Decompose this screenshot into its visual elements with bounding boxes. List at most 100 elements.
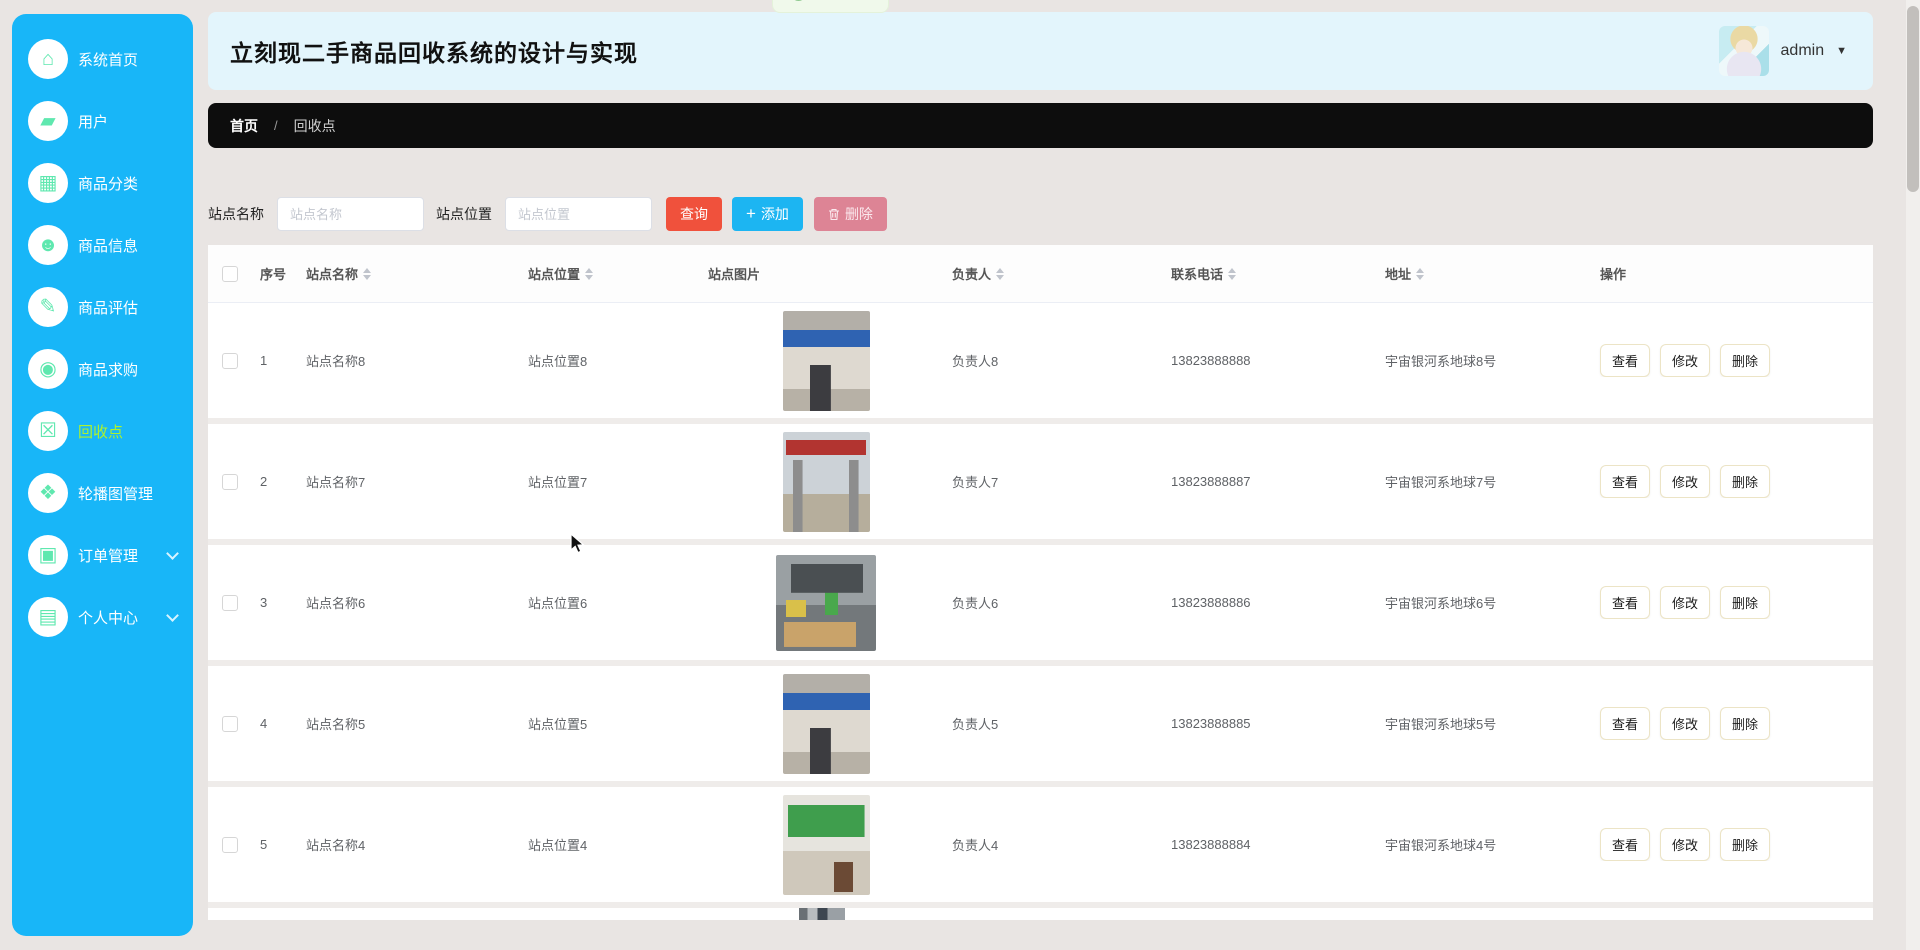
scrollbar-track[interactable] [1906,0,1920,950]
cell-station-name: 站点名称7 [306,475,366,490]
scrollbar-thumb[interactable] [1907,6,1919,192]
delete-row-button[interactable]: 删除 [1720,828,1771,861]
row-checkbox[interactable] [222,715,238,732]
sort-icon[interactable] [1228,267,1237,280]
view-button[interactable]: 查看 [1600,707,1651,740]
sidebar-item-1[interactable]: ▰ 用户 [12,90,193,152]
user-dropdown[interactable]: admin ▼ [1718,26,1847,76]
sidebar-item-label: 订单管理 [78,547,139,565]
cell-station-name: 站点名称6 [306,596,366,611]
breadcrumb-home[interactable]: 首页 [230,116,258,136]
row-checkbox[interactable] [222,473,238,490]
sidebar-item-4[interactable]: ✎ 商品评估 [12,276,193,338]
cell-index: 1 [260,353,268,368]
wallet-icon: ▰ [28,101,68,141]
chevron-down-icon [166,608,179,622]
edit-button[interactable]: 修改 [1660,344,1711,377]
sidebar-item-label: 轮播图管理 [78,485,154,503]
cell-address: 宇宙银河系地球7号 [1385,475,1497,490]
sidebar-item-2[interactable]: ▦ 商品分类 [12,152,193,214]
cell-phone: 13823888888 [1171,353,1251,368]
card-icon: ▤ [28,597,68,637]
search-button[interactable]: 查询 [666,197,722,231]
sidebar-item-5[interactable]: ◉ 商品求购 [12,338,193,400]
view-button[interactable]: 查看 [1600,586,1651,619]
cell-manager: 负责人5 [952,717,999,732]
row-checkbox[interactable] [222,594,238,611]
home-icon: ⌂ [28,39,68,79]
cell-station-location: 站点位置6 [528,596,588,611]
delete-button[interactable]: 删除 [813,197,887,231]
view-button[interactable]: 查看 [1600,344,1651,377]
station-photo [782,794,870,895]
sidebar-item-label: 回收点 [78,423,124,441]
station-location-input[interactable] [505,197,652,231]
squares-icon: ❖ [28,473,68,513]
delete-row-button[interactable]: 删除 [1720,586,1771,619]
sort-icon[interactable] [363,267,372,280]
clipboard-x-icon: ☒ [28,411,68,451]
breadcrumb-separator: / [274,118,278,133]
cell-index: 4 [260,716,268,731]
row-actions: 查看 修改 删除 [1592,707,1873,740]
cell-manager: 负责人4 [952,838,999,853]
sidebar-item-6[interactable]: ☒ 回收点 [12,400,193,462]
cell-station-location: 站点位置5 [528,717,588,732]
breadcrumb: 首页 / 回收点 [208,103,1873,148]
station-photo-partial [799,908,845,920]
column-header-1: 站点名称 [298,264,520,283]
table-row: 4 站点名称5 站点位置5 负责人5 13823888885 宇宙银河系地球5号… [208,666,1873,787]
sidebar-menu: ⌂ 系统首页 ▰ 用户 ▦ 商品分类 ☻ 商品信息 ✎ 商品评估 ◉ 商品求购 … [12,28,193,648]
sidebar-item-label: 商品评估 [78,299,139,317]
filter-bar: 站点名称 站点位置 查询 添加 删除 [208,197,1873,231]
cell-phone: 13823888886 [1171,595,1251,610]
sort-icon[interactable] [585,267,594,280]
user-icon: ☻ [28,225,68,265]
cell-manager: 负责人8 [952,354,999,369]
station-name-input[interactable] [277,197,424,231]
edit-button[interactable]: 修改 [1660,586,1711,619]
sidebar-item-9[interactable]: ▤ 个人中心 [12,586,193,648]
chevron-down-icon [166,546,179,560]
sidebar-item-8[interactable]: ▣ 订单管理 [12,524,193,586]
page-title: 立刻现二手商品回收系统的设计与实现 [230,40,638,66]
cell-station-name: 站点名称8 [306,354,366,369]
plus-icon [746,204,761,224]
add-button[interactable]: 添加 [732,197,803,231]
table-row: 5 站点名称4 站点位置4 负责人4 13823888884 宇宙银河系地球4号… [208,787,1873,908]
row-checkbox[interactable] [222,352,238,369]
grid-icon: ▦ [28,163,68,203]
row-actions: 查看 修改 删除 [1592,465,1873,498]
delete-row-button[interactable]: 删除 [1720,707,1771,740]
brush-icon: ✎ [28,287,68,327]
cell-address: 宇宙银河系地球6号 [1385,596,1497,611]
cell-address: 宇宙银河系地球4号 [1385,838,1497,853]
cell-address: 宇宙银河系地球8号 [1385,354,1497,369]
edit-button[interactable]: 修改 [1660,465,1711,498]
cell-manager: 负责人7 [952,475,999,490]
edit-button[interactable]: 修改 [1660,707,1711,740]
select-all-checkbox[interactable] [222,265,238,282]
row-actions: 查看 修改 删除 [1592,586,1873,619]
edit-button[interactable]: 修改 [1660,828,1711,861]
trash-icon [828,208,839,220]
sidebar-item-7[interactable]: ❖ 轮播图管理 [12,462,193,524]
delete-row-button[interactable]: 删除 [1720,465,1771,498]
cell-address: 宇宙银河系地球5号 [1385,717,1497,732]
view-button[interactable]: 查看 [1600,465,1651,498]
monitor-icon: ▣ [28,535,68,575]
sidebar-item-0[interactable]: ⌂ 系统首页 [12,28,193,90]
delete-row-button[interactable]: 删除 [1720,344,1771,377]
sidebar-item-label: 商品分类 [78,175,139,193]
main-content: 立刻现二手商品回收系统的设计与实现 admin ▼ 首页 / 回收点 站点名称 … [208,0,1873,950]
station-photo [782,310,870,411]
column-header-3: 站点图片 [708,267,761,282]
stations-table: 序号 站点名称 站点位置 站点图片 负责人 联系电话 地址 操作 1 站点名称8… [208,245,1873,920]
cell-station-location: 站点位置4 [528,838,588,853]
sidebar-item-3[interactable]: ☻ 商品信息 [12,214,193,276]
row-checkbox[interactable] [222,836,238,853]
sort-icon[interactable] [996,267,1005,280]
view-button[interactable]: 查看 [1600,828,1651,861]
sort-icon[interactable] [1416,267,1425,280]
cell-station-name: 站点名称5 [306,717,366,732]
